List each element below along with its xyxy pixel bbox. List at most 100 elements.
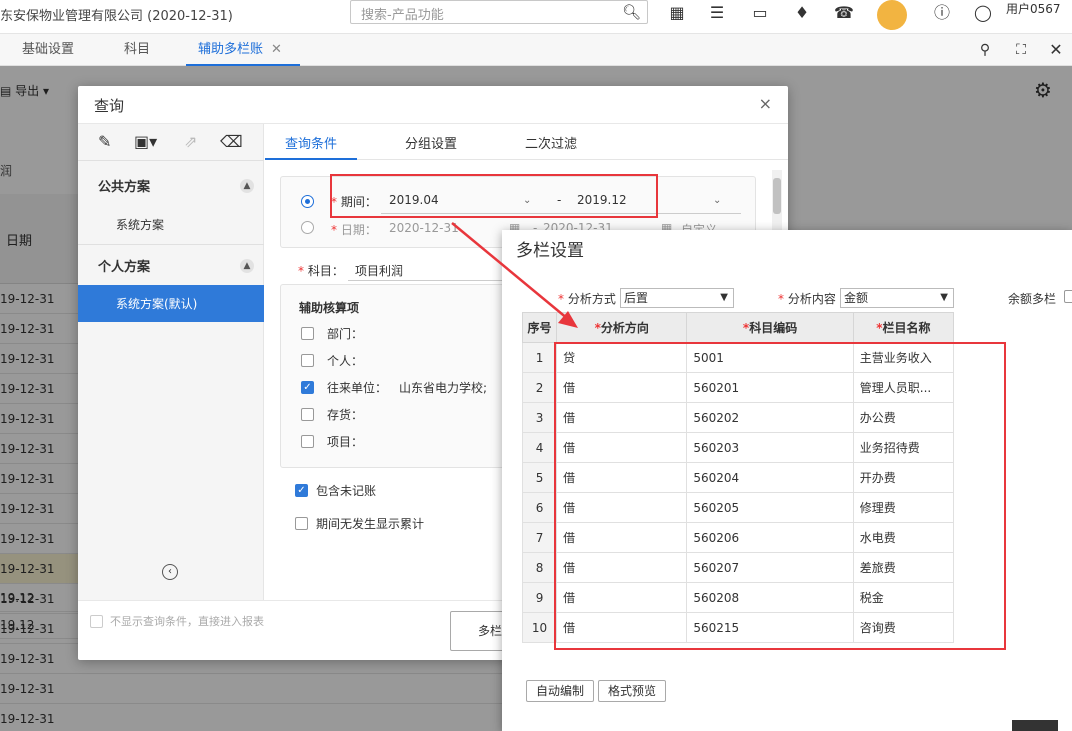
aux-label: 存货： <box>327 408 364 422</box>
auto-compile-button[interactable]: 自动编制 <box>526 680 594 702</box>
subject-value[interactable]: 项目利润 <box>355 262 403 279</box>
scrollbar-thumb[interactable] <box>773 178 781 214</box>
user-name[interactable]: 用户0567 <box>1006 0 1061 17</box>
date-radio[interactable] <box>301 221 314 234</box>
tab-basic-settings[interactable]: 基础设置 <box>10 34 86 66</box>
phone-icon[interactable]: ☎ <box>833 2 855 24</box>
fullscreen-icon[interactable]: ⛶ <box>1010 39 1032 61</box>
dialog-title: 查询 <box>94 97 125 115</box>
chevron-down-icon[interactable]: ⌄ <box>713 195 721 206</box>
aux-checkbox[interactable] <box>301 354 314 367</box>
cell-no: 9 <box>521 582 558 613</box>
personal-plan-title: 个人方案 <box>98 260 151 275</box>
company-title: 东安保物业管理有限公司 (2020-12-31) <box>0 9 233 24</box>
analysis-mode-select[interactable]: 后置 ▼ <box>620 288 734 308</box>
arrow-line <box>451 222 569 320</box>
delete-icon[interactable]: ⌫ <box>220 132 243 151</box>
tab-label: 辅助多栏账 <box>198 42 264 57</box>
edit-icon[interactable]: ✎ <box>98 132 111 151</box>
include-unposted-label: 包含未记账 <box>316 484 377 498</box>
aux-checkbox[interactable] <box>301 408 314 421</box>
period-radio[interactable] <box>301 195 314 208</box>
include-unposted-checkbox[interactable]: ✓ <box>295 484 308 497</box>
tab-aux-multicolumn[interactable]: 辅助多栏账 ✕ <box>186 34 300 66</box>
active-tab-indicator <box>265 158 357 160</box>
show-cumulative-label: 期间无发生显示累计 <box>316 517 425 531</box>
date-label: * 日期： <box>331 223 377 237</box>
aux-title: 辅助核算项 <box>299 301 360 315</box>
tab-bar: 基础设置 科目 辅助多栏账 ✕ ⚲ ⛶ ✕ <box>0 34 1072 66</box>
collapse-left-icon[interactable]: ‹ <box>162 564 178 580</box>
tab-query-conditions[interactable]: 查询条件 <box>285 133 337 152</box>
aux-label: 项目： <box>327 435 364 449</box>
date-label-text: 日期： <box>340 223 377 237</box>
cell-no: 7 <box>521 522 558 553</box>
skip-query-checkbox[interactable] <box>90 615 103 628</box>
chevron-up-icon[interactable]: ▲ <box>240 259 254 273</box>
plan-item-default[interactable]: 系统方案(默认) <box>78 285 264 322</box>
tab-label: 科目 <box>124 42 151 57</box>
analysis-content-label: * 分析内容 <box>778 292 836 306</box>
subject-label: * 科目： <box>298 264 344 278</box>
cell-no: 8 <box>521 552 558 583</box>
close-icon[interactable]: × <box>759 94 772 113</box>
plan-panel: ✎ ▣▾ ⇗ ⌫ 公共方案 ▲ 系统方案 个人方案 ▲ 系统方案(默认) ‹ <box>78 124 264 600</box>
chevron-down-icon: ▼ <box>720 292 728 303</box>
search-icon[interactable]: ⚲ <box>974 39 996 61</box>
cell-no: 5 <box>521 462 558 493</box>
show-cumulative-checkbox[interactable] <box>295 517 308 530</box>
close-icon[interactable]: ✕ <box>1045 39 1067 61</box>
cell-no: 3 <box>521 402 558 433</box>
format-preview-button[interactable]: 格式预览 <box>598 680 666 702</box>
column-header-name: *栏目名称 <box>852 312 955 343</box>
export-icon[interactable]: ⇗ <box>184 132 197 151</box>
chevron-up-icon[interactable]: ▲ <box>240 179 254 193</box>
save-icon[interactable]: ▣▾ <box>134 132 157 151</box>
cell-no: 4 <box>521 432 558 463</box>
annotation-period-box <box>330 174 658 218</box>
bell-icon[interactable]: ♦ <box>791 2 813 24</box>
help-icon[interactable]: ⓘ <box>931 2 953 24</box>
aux-label: 个人： <box>327 354 364 368</box>
tab-group-settings[interactable]: 分组设置 <box>405 133 457 152</box>
dialog-header: 查询 × <box>78 86 788 124</box>
close-icon[interactable]: ✕ <box>271 42 282 57</box>
tab-subjects[interactable]: 科目 <box>112 34 162 66</box>
annotation-table-box <box>554 342 1006 650</box>
select-value: 后置 <box>624 291 649 305</box>
aux-label: 部门： <box>327 327 364 341</box>
tab-label: 基础设置 <box>22 42 75 57</box>
aux-checkbox[interactable] <box>301 435 314 448</box>
tab-secondary-filter[interactable]: 二次过滤 <box>525 133 577 152</box>
cell-no: 2 <box>521 372 558 403</box>
monkey-avatar-icon[interactable] <box>877 0 907 30</box>
aux-value[interactable]: 山东省电力学校; <box>399 379 487 396</box>
top-bar: 东安保物业管理有限公司 (2020-12-31) 搜索-产品功能 🔍︎ ▦ ☰ … <box>0 0 1072 34</box>
divider <box>78 160 264 161</box>
balance-multi-checkbox[interactable] <box>1064 290 1072 303</box>
skip-query-label: 不显示查询条件，直接进入报表 <box>110 615 264 628</box>
analysis-content-select[interactable]: 金额 ▼ <box>840 288 954 308</box>
balance-multi-label: 余额多栏 <box>1008 292 1057 306</box>
message-icon[interactable]: ▭ <box>749 2 771 24</box>
aux-label: 往来单位： <box>327 381 388 395</box>
user-icon[interactable]: ◯ <box>972 2 994 24</box>
divider <box>78 244 264 245</box>
select-value: 金额 <box>844 291 869 305</box>
annotation-arrow <box>451 222 578 328</box>
task-list-icon[interactable]: ☰ <box>706 2 728 24</box>
public-plan-title: 公共方案 <box>98 180 151 195</box>
cell-no: 10 <box>521 612 558 643</box>
search-placeholder: 搜索-产品功能 <box>361 8 444 23</box>
calculator-icon[interactable]: ▦ <box>666 2 688 24</box>
aux-checkbox[interactable]: ✓ <box>301 381 314 394</box>
search-input[interactable]: 搜索-产品功能 🔍︎ <box>350 0 648 24</box>
header-text: 栏目名称 <box>882 321 931 335</box>
subject-label-text: 科目： <box>307 264 344 278</box>
aux-checkbox[interactable] <box>301 327 314 340</box>
header-text: 分析方向 <box>600 321 649 335</box>
plan-item-system[interactable]: 系统方案 <box>116 216 164 233</box>
dialog-corner <box>1012 720 1058 731</box>
search-icon[interactable]: 🔍︎ <box>622 3 641 21</box>
cell-no: 1 <box>521 342 558 373</box>
